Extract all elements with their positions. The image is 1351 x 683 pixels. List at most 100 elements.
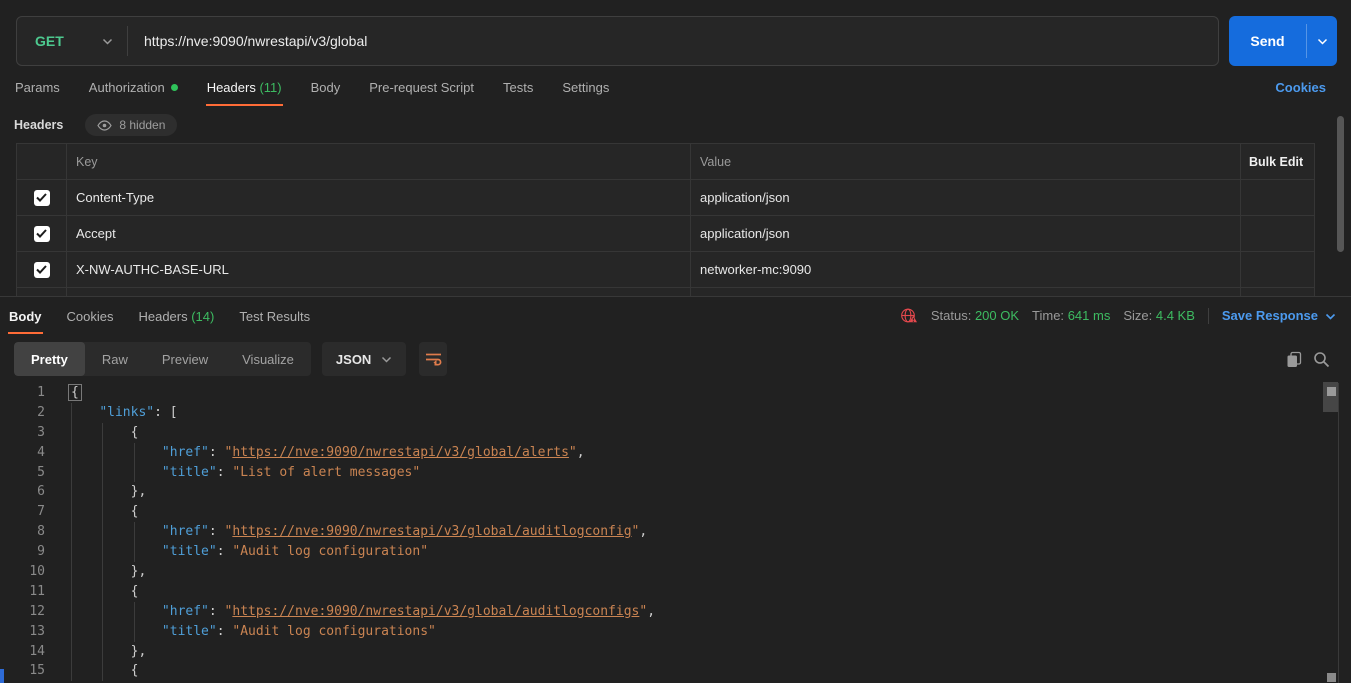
eye-icon bbox=[97, 120, 112, 131]
indent-guide bbox=[134, 602, 135, 622]
view-tab-raw[interactable]: Raw bbox=[85, 342, 145, 376]
tab-tests[interactable]: Tests bbox=[502, 76, 534, 104]
response-tab-body[interactable]: Body bbox=[8, 305, 43, 334]
indent-guide bbox=[102, 502, 103, 522]
indent-guide bbox=[71, 642, 72, 662]
line-number: 14 bbox=[0, 642, 45, 662]
json-link[interactable]: https://nve:9090/nwrestapi/v3/global/ale… bbox=[232, 445, 569, 460]
view-tab-visualize[interactable]: Visualize bbox=[225, 342, 311, 376]
indent-guide bbox=[71, 562, 72, 582]
header-key[interactable]: Content-Type bbox=[67, 180, 691, 215]
hidden-headers-label: 8 hidden bbox=[119, 118, 165, 132]
header-key[interactable]: Accept bbox=[67, 216, 691, 251]
header-value[interactable]: application/json bbox=[691, 180, 1241, 215]
headers-scrollbar[interactable] bbox=[1337, 116, 1344, 252]
indent-guide bbox=[71, 622, 72, 642]
scrollbar-marker bbox=[1327, 673, 1336, 682]
divider bbox=[1208, 308, 1209, 324]
code-line: 9 "title": "Audit log configuration" bbox=[0, 542, 1337, 562]
tab-body[interactable]: Body bbox=[310, 76, 342, 104]
hidden-headers-toggle[interactable]: 8 hidden bbox=[85, 114, 177, 136]
search-button[interactable] bbox=[1313, 351, 1330, 368]
header-checkbox[interactable] bbox=[34, 226, 50, 242]
code-line: 14 }, bbox=[0, 642, 1337, 662]
indent-guide bbox=[71, 403, 72, 423]
send-button[interactable]: Send bbox=[1229, 16, 1306, 66]
response-tab-headers[interactable]: Headers (14) bbox=[137, 305, 215, 334]
view-tab-preview[interactable]: Preview bbox=[145, 342, 225, 376]
indent-guide bbox=[102, 582, 103, 602]
copy-button[interactable] bbox=[1286, 351, 1302, 368]
code-line: 5 "title": "List of alert messages" bbox=[0, 463, 1337, 483]
indent-guide bbox=[134, 542, 135, 562]
code-line: 1{ bbox=[0, 383, 1337, 403]
bulk-edit-button[interactable]: Bulk Edit bbox=[1241, 144, 1314, 179]
header-checkbox[interactable] bbox=[34, 262, 50, 278]
line-number: 13 bbox=[0, 622, 45, 642]
url-box: GET bbox=[16, 16, 1219, 66]
header-checkbox[interactable] bbox=[34, 190, 50, 206]
indent-guide bbox=[71, 582, 72, 602]
url-input[interactable] bbox=[128, 17, 1218, 65]
header-value[interactable]: networker-mc:9090 bbox=[691, 252, 1241, 287]
time-badge: Time: 641 ms bbox=[1032, 308, 1110, 323]
indent-guide bbox=[71, 542, 72, 562]
indent-guide bbox=[71, 423, 72, 443]
response-body-editor[interactable]: 1{2 "links": [3 {4 "href": "https://nve:… bbox=[0, 383, 1337, 683]
indent-guide bbox=[102, 443, 103, 463]
format-dropdown[interactable]: JSON bbox=[322, 342, 406, 376]
cookies-link[interactable]: Cookies bbox=[1275, 80, 1326, 95]
request-tabs: Params Authorization Headers (11) Body Pre-r… bbox=[14, 76, 1337, 104]
line-number: 7 bbox=[0, 502, 45, 522]
indent-guide bbox=[134, 463, 135, 483]
tab-authorization[interactable]: Authorization bbox=[88, 76, 179, 104]
send-label: Send bbox=[1250, 33, 1284, 49]
status-dot-icon bbox=[171, 84, 178, 91]
save-response-label: Save Response bbox=[1222, 308, 1318, 323]
row-spacer bbox=[1241, 180, 1314, 215]
indent-guide bbox=[102, 482, 103, 502]
line-number: 10 bbox=[0, 562, 45, 582]
response-tab-test-results[interactable]: Test Results bbox=[238, 305, 311, 334]
tab-pre-request-script[interactable]: Pre-request Script bbox=[368, 76, 475, 104]
tab-params[interactable]: Params bbox=[14, 76, 61, 104]
method-label: GET bbox=[35, 33, 64, 49]
indent-guide bbox=[102, 542, 103, 562]
key-column-header: Key bbox=[67, 144, 691, 179]
tab-headers[interactable]: Headers (11) bbox=[206, 76, 283, 104]
divider bbox=[1338, 383, 1339, 683]
header-value[interactable]: application/json bbox=[691, 216, 1241, 251]
json-link[interactable]: https://nve:9090/nwrestapi/v3/global/aud… bbox=[232, 604, 639, 619]
indent-guide bbox=[134, 443, 135, 463]
scrollbar-marker bbox=[1327, 387, 1336, 396]
code-line: 15 { bbox=[0, 661, 1337, 681]
view-tabs: PrettyRawPreviewVisualize bbox=[14, 342, 311, 376]
indent-guide bbox=[71, 602, 72, 622]
response-tab-cookies[interactable]: Cookies bbox=[66, 305, 115, 334]
save-response-button[interactable]: Save Response bbox=[1222, 308, 1336, 323]
view-tab-pretty[interactable]: Pretty bbox=[14, 342, 85, 376]
indent-guide bbox=[102, 522, 103, 542]
line-number: 8 bbox=[0, 522, 45, 542]
header-key[interactable]: X-NW-AUTHC-BASE-URL bbox=[67, 252, 691, 287]
indent-guide bbox=[102, 423, 103, 443]
json-link[interactable]: https://nve:9090/nwrestapi/v3/global/aud… bbox=[232, 524, 631, 539]
wrap-lines-button[interactable] bbox=[419, 342, 447, 376]
chevron-down-icon bbox=[1317, 32, 1328, 50]
send-options-button[interactable] bbox=[1307, 16, 1337, 66]
status-badge: Status: 200 OK bbox=[931, 308, 1019, 323]
headers-table: Key Value Bulk Edit Content-Typeapplicat… bbox=[16, 143, 1315, 296]
indent-guide bbox=[102, 602, 103, 622]
tab-settings[interactable]: Settings bbox=[561, 76, 610, 104]
view-toolbar: PrettyRawPreviewVisualize JSON bbox=[14, 342, 1337, 376]
indent-guide bbox=[102, 463, 103, 483]
request-bar: GET Send bbox=[16, 16, 1337, 66]
indent-guide bbox=[102, 642, 103, 662]
value-column-header: Value bbox=[691, 144, 1241, 179]
network-warning-icon[interactable] bbox=[900, 307, 918, 324]
copy-icon bbox=[1286, 351, 1302, 368]
method-select[interactable]: GET bbox=[17, 17, 127, 65]
chevron-down-icon bbox=[102, 38, 113, 45]
chevron-down-icon bbox=[381, 356, 392, 363]
code-line: 12 "href": "https://nve:9090/nwrestapi/v… bbox=[0, 602, 1337, 622]
